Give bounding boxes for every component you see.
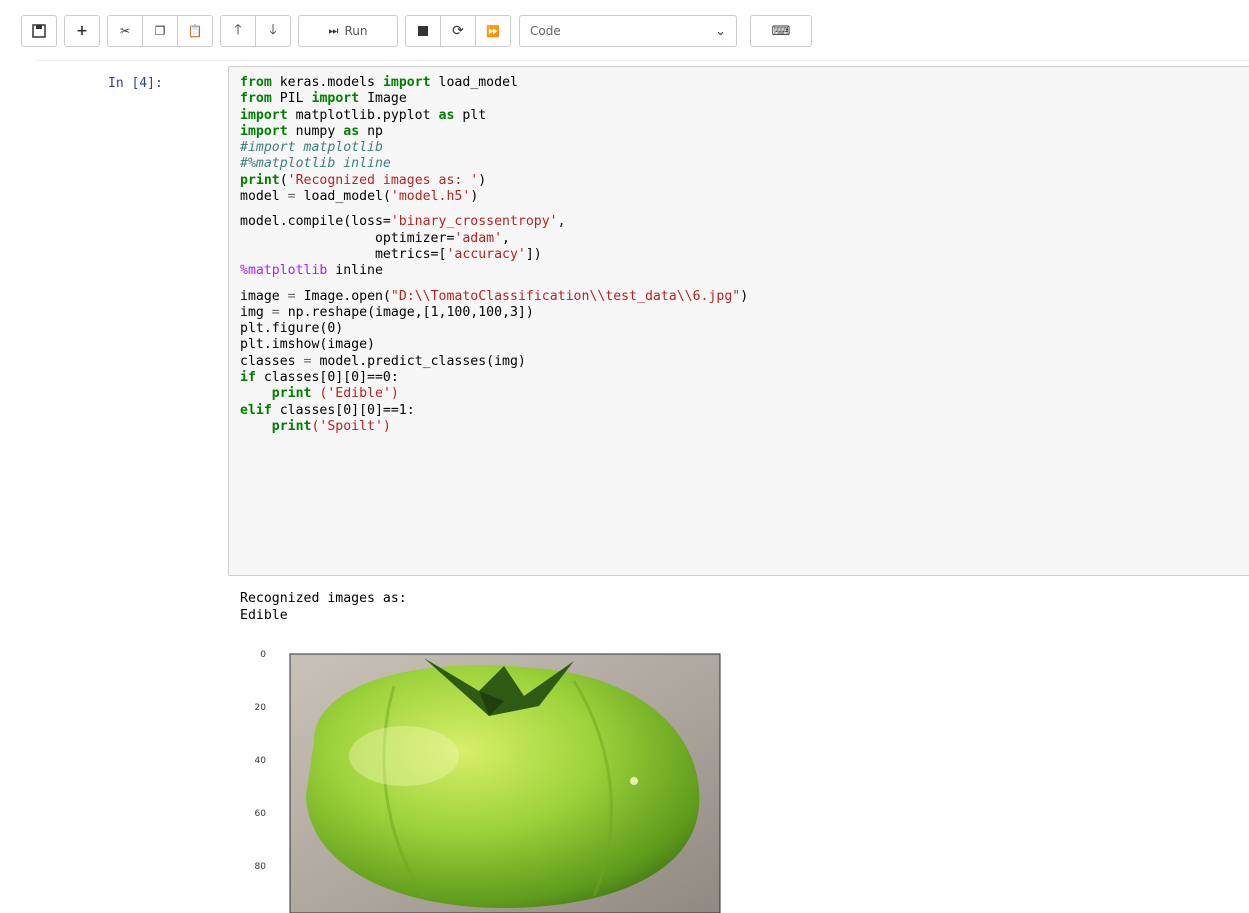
code-token: import (311, 91, 360, 107)
code-string: "D:\\TomatoClassification\\test_data\\6.… (390, 288, 741, 304)
save-button[interactable] (21, 15, 57, 47)
code-token: img (240, 304, 264, 320)
code-token: import (240, 107, 288, 123)
code-string: 'accuracy' (446, 246, 526, 262)
cell-output-text: Recognized images as: Edible (240, 590, 407, 624)
paste-icon: 📋 (187, 24, 203, 38)
code-token: print (271, 418, 312, 434)
output-image-plot: 0 20 40 60 80 (240, 646, 740, 913)
cell-type-select[interactable]: Code ⌄ (519, 15, 737, 47)
code-magic: %matplotlib (240, 263, 328, 279)
code-token: load_model( (303, 189, 391, 205)
code-token: ) (740, 288, 749, 304)
code-token: , (557, 214, 566, 230)
code-token: print (240, 172, 280, 188)
code-string: 'adam' (454, 230, 503, 246)
command-palette-button[interactable]: ⌨ (750, 15, 812, 47)
code-token: print (271, 386, 312, 402)
code-token: = (287, 288, 296, 304)
cell-type-value: Code (530, 24, 561, 38)
output-line: Recognized images as: (240, 591, 407, 606)
interrupt-button[interactable] (405, 15, 441, 47)
code-token: PIL (279, 91, 304, 107)
code-token: plt.imshow(image) (240, 337, 375, 353)
restart-button[interactable]: ⟳ (440, 15, 476, 47)
insert-cell-button[interactable]: + (64, 15, 100, 47)
code-token: if (240, 370, 256, 386)
code-comment: #%matplotlib inline (240, 156, 391, 172)
cell-prompt: In [4]: (108, 76, 163, 91)
scissors-icon: ✂ (119, 24, 131, 38)
code-token: model (240, 189, 280, 205)
y-tick-label: 60 (254, 809, 266, 819)
stop-icon (418, 26, 428, 36)
arrow-up-icon: 🡑 (234, 22, 242, 38)
code-comment: #import matplotlib (240, 140, 383, 156)
toolbar-divider (36, 60, 1249, 61)
arrow-down-icon: 🡓 (269, 22, 277, 38)
code-editor[interactable]: from keras.models import load_model from… (240, 75, 748, 435)
code-token: plt (462, 107, 487, 123)
chevron-down-icon: ⌄ (715, 23, 726, 39)
code-token: keras.models (279, 75, 375, 90)
code-token: model.predict_classes(img) (319, 353, 526, 369)
code-token: inline (335, 263, 383, 279)
paste-button[interactable]: 📋 (177, 15, 213, 47)
refresh-icon: ⟳ (452, 23, 464, 39)
code-token: as (438, 107, 455, 123)
save-icon (32, 24, 46, 38)
code-token: ) (470, 189, 479, 205)
code-string: 'binary_crossentropy' (390, 214, 558, 230)
code-string: ('Edible') (319, 386, 399, 402)
code-token: = (303, 353, 312, 369)
y-tick-label: 0 (260, 650, 266, 660)
plus-icon: + (76, 23, 88, 39)
y-tick-label: 40 (254, 756, 266, 766)
code-token: classes[0][0]==1: (279, 402, 415, 418)
code-token: matplotlib.pyplot (295, 107, 431, 123)
code-token: import (240, 123, 288, 139)
run-button[interactable]: ⏭ Run (298, 15, 398, 47)
y-tick-label: 20 (254, 703, 266, 713)
code-token: numpy (295, 123, 336, 139)
y-tick-label: 80 (254, 862, 266, 872)
keyboard-icon: ⌨ (771, 23, 791, 39)
code-token: optimizer= (374, 230, 455, 246)
code-token: import (382, 75, 431, 90)
code-token: ]) (525, 246, 542, 262)
code-token: Image.open( (303, 288, 391, 304)
step-forward-icon: ⏭ (328, 24, 339, 37)
notebook-toolbar: + ✂ ❐ 📋 🡑 🡓 ⏭ Run ⟳ ⏩ Code ⌄ ⌨ (21, 14, 812, 48)
code-token: from (240, 75, 272, 90)
code-string: 'model.h5' (390, 189, 471, 205)
code-token: classes (240, 353, 296, 369)
code-token: plt.figure(0) (240, 321, 344, 337)
tomato-image (289, 653, 721, 913)
code-token: model.compile(loss= (240, 214, 391, 230)
fast-forward-icon: ⏩ (486, 24, 500, 38)
code-string: ('Spoilt') (311, 418, 391, 434)
code-token: as (343, 123, 360, 139)
code-token: load_model (438, 75, 518, 90)
code-token: np.reshape(image,[1,100,100,3]) (287, 304, 534, 320)
restart-run-all-button[interactable]: ⏩ (475, 15, 511, 47)
cut-button[interactable]: ✂ (107, 15, 143, 47)
code-token: classes[0][0]==0: (263, 370, 399, 386)
code-token: Image (367, 91, 407, 107)
code-token: , (502, 230, 510, 246)
run-label: Run (344, 24, 368, 38)
code-token: elif (240, 402, 272, 418)
code-token: = (287, 189, 296, 205)
code-token: from (240, 91, 272, 107)
code-token: np (367, 123, 383, 139)
code-token: image (240, 288, 280, 304)
move-up-button[interactable]: 🡑 (220, 15, 256, 47)
code-token: = (271, 304, 280, 320)
move-down-button[interactable]: 🡓 (255, 15, 291, 47)
copy-button[interactable]: ❐ (142, 15, 178, 47)
code-token: metrics=[ (374, 246, 447, 262)
copy-icon: ❐ (154, 24, 166, 38)
code-string: 'Recognized images as: ' (287, 172, 479, 188)
output-line: Edible (240, 608, 288, 623)
